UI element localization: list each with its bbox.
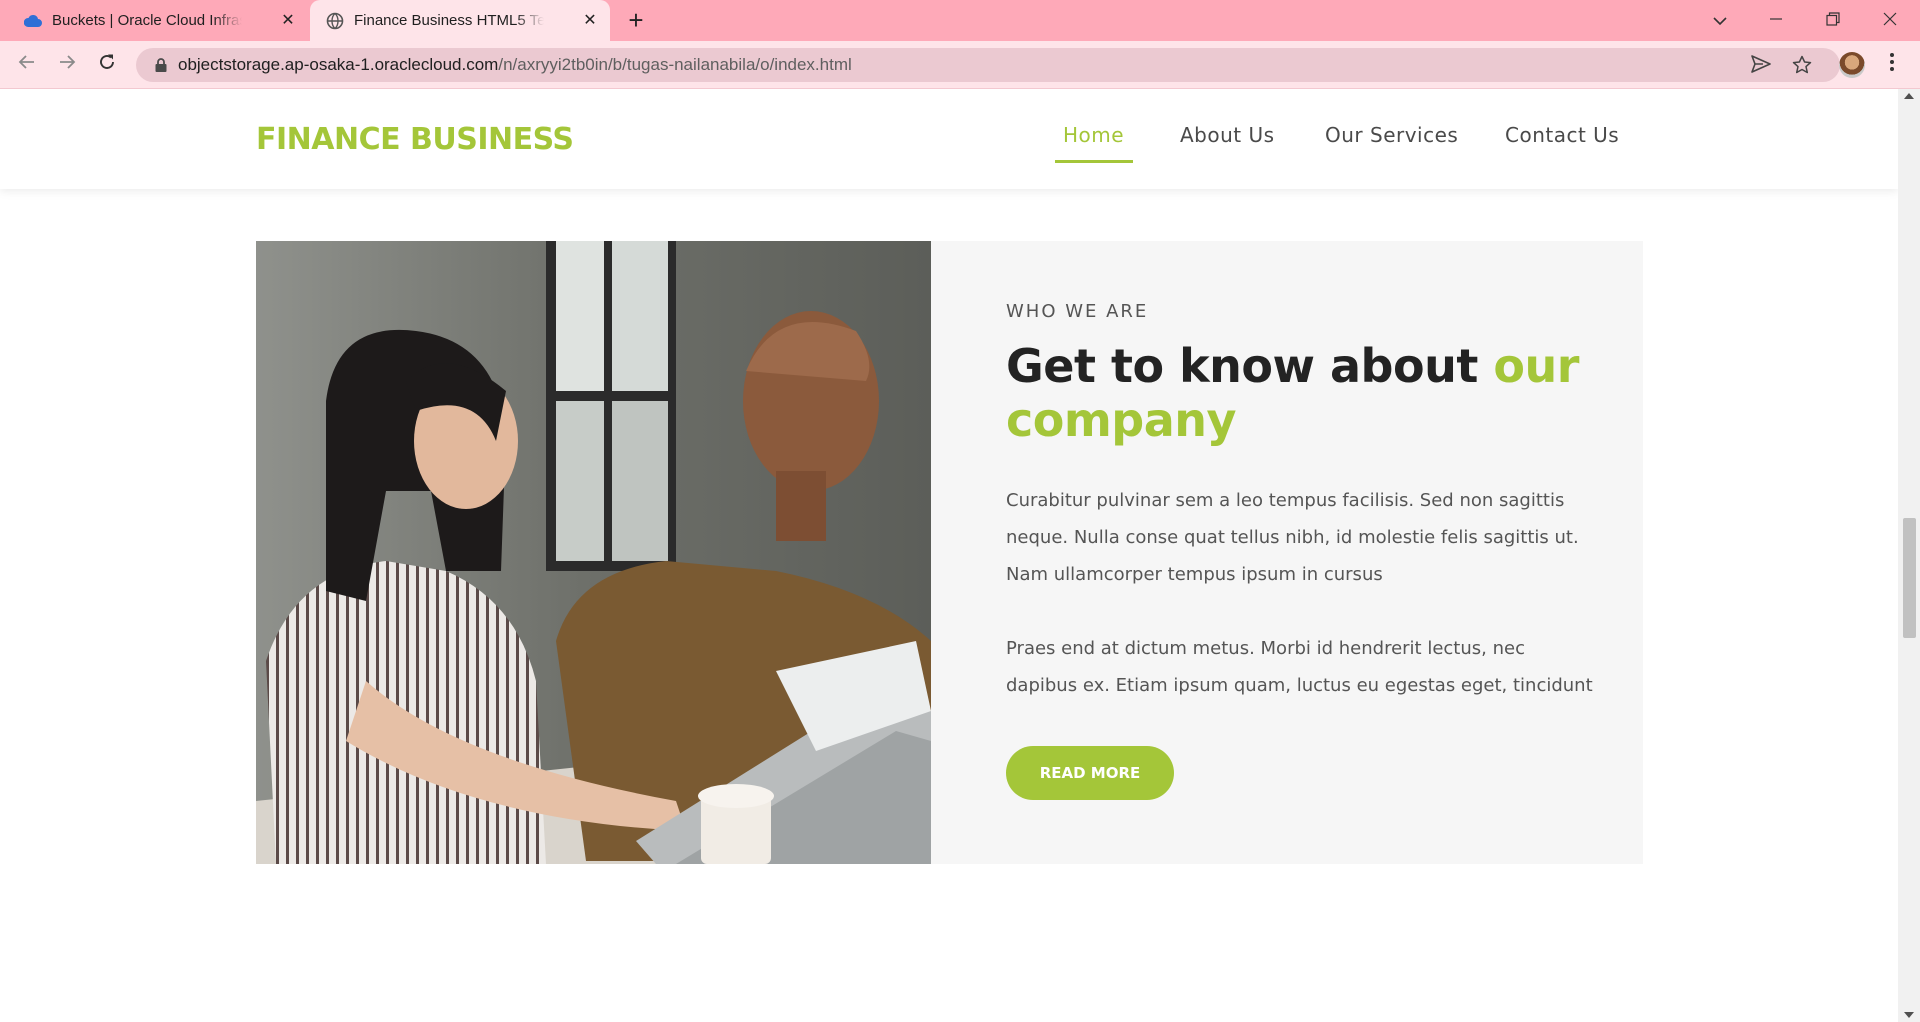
about-photo xyxy=(256,241,931,864)
headline-text: Get to know about xyxy=(1006,339,1478,393)
browser-tab-strip: Buckets | Oracle Cloud Infrastructure ✕ … xyxy=(0,0,1920,41)
page-viewport: FINANCE BUSINESS Home About Us Our Servi… xyxy=(0,89,1898,1022)
back-icon[interactable] xyxy=(13,51,41,79)
about-section: WHO WE ARE Get to know about our company… xyxy=(931,241,1643,864)
tab-search-icon[interactable] xyxy=(1700,6,1740,34)
scroll-down-arrow-icon[interactable] xyxy=(1904,1012,1914,1018)
more-menu-icon[interactable] xyxy=(1882,51,1902,79)
bookmark-star-icon[interactable] xyxy=(1791,55,1813,77)
nav-active-indicator xyxy=(1055,160,1133,163)
section-headline: Get to know about our company xyxy=(1006,339,1606,447)
url-path: /n/axryyi2tb0in/b/tugas-nailanabila/o/in… xyxy=(498,55,852,74)
profile-avatar[interactable] xyxy=(1839,52,1865,78)
section-eyebrow: WHO WE ARE xyxy=(1006,301,1149,322)
page-scrollbar[interactable] xyxy=(1898,89,1920,1022)
about-paragraph: Curabitur pulvinar sem a leo tempus faci… xyxy=(1006,490,1579,585)
tab-oracle-buckets[interactable]: Buckets | Oracle Cloud Infrastructure ✕ xyxy=(8,0,308,41)
globe-icon xyxy=(326,12,344,30)
scroll-up-arrow-icon[interactable] xyxy=(1904,93,1914,99)
site-header: FINANCE BUSINESS Home About Us Our Servi… xyxy=(0,89,1898,189)
new-tab-icon[interactable]: + xyxy=(622,7,650,34)
tab-title: Buckets | Oracle Cloud Infrastructure xyxy=(52,12,242,29)
headline-accent: our xyxy=(1493,339,1579,393)
nav-our-services[interactable]: Our Services xyxy=(1325,123,1458,147)
restore-icon[interactable] xyxy=(1813,6,1853,34)
scrollbar-thumb[interactable] xyxy=(1903,518,1916,638)
headline-accent: company xyxy=(1006,393,1237,447)
tab-title: Finance Business HTML5 Template xyxy=(354,12,544,29)
read-more-button[interactable]: READ MORE xyxy=(1006,746,1174,800)
about-photo-illustration xyxy=(256,241,931,864)
address-bar[interactable]: objectstorage.ap-osaka-1.oraclecloud.com… xyxy=(136,48,1840,82)
nav-contact-us[interactable]: Contact Us xyxy=(1505,123,1619,147)
close-icon[interactable]: ✕ xyxy=(580,11,600,31)
close-icon[interactable]: ✕ xyxy=(278,11,298,31)
lock-icon[interactable] xyxy=(154,57,170,73)
close-window-icon[interactable] xyxy=(1870,6,1910,34)
nav-about-us[interactable]: About Us xyxy=(1180,123,1275,147)
tab-finance-business[interactable]: Finance Business HTML5 Template ✕ xyxy=(310,0,610,41)
forward-icon[interactable] xyxy=(53,51,81,79)
reload-icon[interactable] xyxy=(93,51,121,79)
minimize-icon[interactable] xyxy=(1756,6,1796,34)
cloud-icon xyxy=(24,12,42,30)
browser-toolbar: objectstorage.ap-osaka-1.oraclecloud.com… xyxy=(0,41,1920,89)
url-text: objectstorage.ap-osaka-1.oraclecloud.com… xyxy=(178,56,852,74)
url-host: objectstorage.ap-osaka-1.oraclecloud.com xyxy=(178,55,499,74)
about-paragraph: Praes end at dictum metus. Morbi id hend… xyxy=(1006,638,1593,696)
nav-home[interactable]: Home xyxy=(1063,123,1124,147)
site-logo[interactable]: FINANCE BUSINESS xyxy=(256,122,574,157)
send-icon[interactable] xyxy=(1750,55,1772,77)
